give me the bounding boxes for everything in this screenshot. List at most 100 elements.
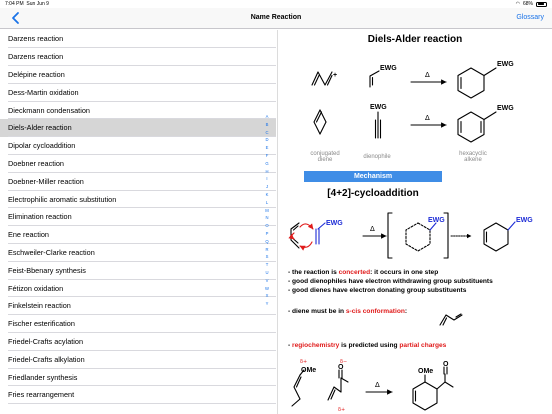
carbonyl-o-label-product: O (443, 361, 449, 368)
sidebar-item[interactable]: Dieckmann condensation (0, 101, 276, 119)
index-letter[interactable]: C (262, 129, 272, 137)
diene-structure (311, 71, 333, 86)
sidebar-item[interactable]: Finkelstein reaction (0, 297, 276, 315)
alphabet-index[interactable]: ABCDEFGHIJKLMNOPQRSTUVWXY (262, 113, 272, 308)
sidebar-item[interactable]: Diels-Alder reaction (0, 118, 276, 137)
plus-sign: + (333, 72, 337, 79)
carbonyl-o-label: O (338, 364, 344, 371)
glossary-button[interactable]: Glossary (516, 14, 544, 21)
ewg-label-product: EWG (497, 61, 514, 68)
battery-fill (537, 3, 545, 5)
delta-plus-label-2: δ+ (338, 407, 345, 413)
status-time: 7:04 PM (5, 1, 24, 7)
index-letter[interactable]: F (262, 152, 272, 160)
index-letter[interactable]: E (262, 144, 272, 152)
index-letter[interactable]: B (262, 121, 272, 129)
sidebar-item[interactable]: Doebner-Miller reaction (0, 172, 276, 190)
ewg-label-product-2: EWG (497, 105, 514, 112)
label-hexacyclic-alkene: hexacyclic alkene (459, 151, 487, 163)
product-structure (457, 67, 497, 99)
diene-structure-2 (313, 109, 327, 135)
ewg-label: EWG (380, 65, 397, 72)
sidebar-item-label: Doebner reaction (8, 158, 64, 168)
battery-icon (536, 1, 547, 7)
index-letter[interactable]: H (262, 168, 272, 176)
index-letter[interactable]: W (262, 285, 272, 293)
index-letter[interactable]: M (262, 207, 272, 215)
sidebar-item-label: Diels-Alder reaction (8, 123, 72, 133)
sidebar-item-label: Doebner-Miller reaction (8, 176, 84, 186)
ewg-label-mech-product: EWG (516, 217, 533, 224)
sidebar-item[interactable]: Dipolar cycloaddition (0, 137, 276, 155)
sidebar-item[interactable]: Dess-Martin oxidation (0, 83, 276, 101)
sidebar-item-label: Friedel-Crafts acylation (8, 336, 84, 346)
sidebar-item-label: Fétizon oxidation (8, 283, 64, 293)
sidebar-item[interactable]: Fétizon oxidation (0, 279, 276, 297)
label-dienophile: dienophile (363, 154, 391, 160)
battery-percent: 68% (522, 1, 533, 7)
index-letter[interactable]: T (262, 261, 272, 269)
app-window: { "status_bar": { "time": "7:04 PM", "da… (0, 0, 552, 414)
sidebar-item[interactable]: Elimination reaction (0, 208, 276, 226)
sidebar-item[interactable]: Darzens reaction (0, 30, 276, 48)
heat-label-regio: Δ (375, 381, 380, 389)
status-right: ◠ 68% (516, 1, 547, 7)
index-letter[interactable]: I (262, 175, 272, 183)
sidebar-item-label: Fries rearrangement (8, 390, 75, 400)
index-letter[interactable]: X (262, 292, 272, 300)
status-bar: 7:04 PM Sun Jun 9 ◠ 68% (0, 0, 552, 8)
sidebar-item[interactable]: Friedel-Crafts acylation (0, 333, 276, 351)
index-letter[interactable]: Q (262, 238, 272, 246)
index-letter[interactable]: Y (262, 300, 272, 308)
sidebar-item[interactable]: Fischer esterification (0, 315, 276, 333)
note-concerted: - the reaction is concerted: it occurs i… (288, 268, 438, 277)
sidebar-item[interactable]: Doebner reaction (0, 155, 276, 173)
index-letter[interactable]: K (262, 191, 272, 199)
sidebar-item[interactable]: Darzens reaction (0, 48, 276, 66)
note-dienes: - good dienes have electron donating gro… (288, 287, 467, 294)
mechanism-dienophile (315, 222, 326, 245)
index-letter[interactable]: A (262, 113, 272, 121)
note-s-cis: - diene must be in s-cis conformation: (288, 307, 407, 316)
sidebar-item-label: Darzens reaction (8, 52, 64, 62)
note-text: - the reaction is (288, 269, 339, 276)
index-letter[interactable]: L (262, 199, 272, 207)
index-letter[interactable]: U (262, 269, 272, 277)
sidebar-item[interactable]: Delépine reaction (0, 66, 276, 84)
sidebar-item[interactable]: Eschweiler-Clarke reaction (0, 244, 276, 262)
index-letter[interactable]: P (262, 230, 272, 238)
index-letter[interactable]: N (262, 214, 272, 222)
heat-label: Δ (425, 71, 430, 79)
note-highlight: s-cis conformation (345, 308, 405, 315)
product-structure-2 (457, 111, 497, 143)
sidebar-item-label: Dieckmann condensation (8, 105, 90, 115)
index-letter[interactable]: O (262, 222, 272, 230)
status-date: Sun Jun 9 (26, 1, 49, 7)
sidebar-item[interactable]: Electrophilic aromatic substitution (0, 190, 276, 208)
index-letter[interactable]: R (262, 246, 272, 254)
index-letter[interactable]: G (262, 160, 272, 168)
index-letter[interactable]: D (262, 136, 272, 144)
index-letter[interactable]: J (262, 183, 272, 191)
note-text: : it occurs in one step (370, 269, 439, 276)
sidebar-item-label: Fischer esterification (8, 319, 75, 329)
index-letter[interactable]: S (262, 253, 272, 261)
mechanism-product (483, 221, 516, 252)
label-conjugated-diene: conjugated diene (310, 151, 340, 163)
sidebar-item[interactable]: Feist-Bbenary synthesis (0, 261, 276, 279)
sidebar-item[interactable]: Ene reaction (0, 226, 276, 244)
ome-label-product: OMe (418, 368, 433, 375)
s-cis-diene (439, 313, 463, 326)
index-letter[interactable]: V (262, 277, 272, 285)
sidebar-item[interactable]: Friedlander synthesis (0, 368, 276, 386)
sidebar-item-label: Elimination reaction (8, 212, 72, 222)
reaction-list: Darzens reaction Darzens reaction Delépine… (0, 30, 276, 414)
sidebar-item[interactable]: Friedel-Crafts alkylation (0, 350, 276, 368)
sidebar-item-label: Ene reaction (8, 230, 49, 240)
regio-enone (327, 369, 349, 401)
sidebar-item[interactable]: Fries rearrangement (0, 386, 276, 404)
mechanism-subtitle: [4+2]-cycloaddition (327, 188, 419, 199)
note-text: - diene must be in (288, 308, 346, 315)
note-regiochemistry: - regiochemistry is predicted using part… (288, 341, 446, 350)
mechanism-button[interactable]: Mechanism (304, 171, 442, 182)
